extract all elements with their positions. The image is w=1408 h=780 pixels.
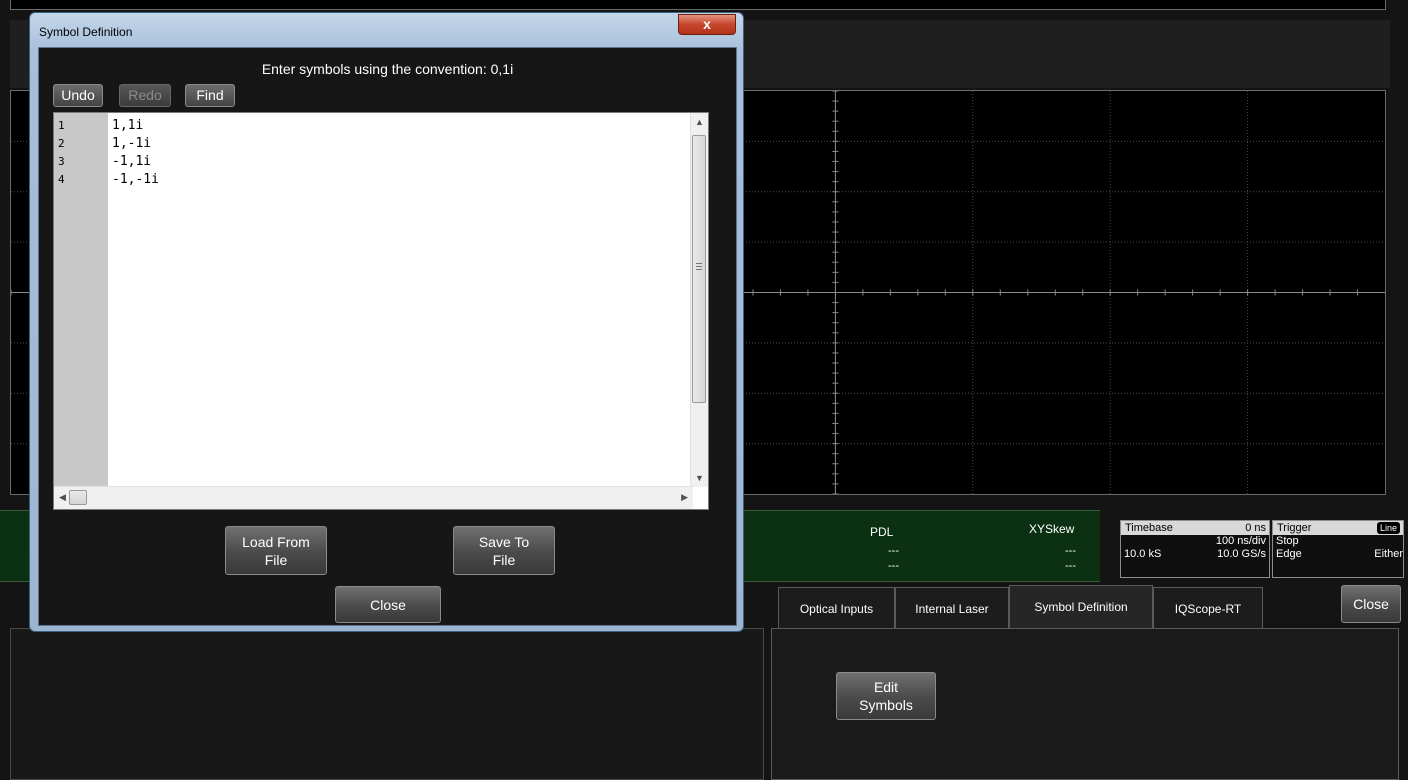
trigger-mode: Stop [1276, 535, 1299, 547]
edit-symbols-button[interactable]: Edit Symbols [836, 672, 936, 720]
bottom-left-panel [10, 628, 764, 780]
timebase-box[interactable]: Timebase 0 ns 100 ns/div 10.0 kS 10.0 GS… [1120, 520, 1270, 578]
line-number: 1 [58, 119, 65, 132]
code-line[interactable]: 1,1i [112, 118, 143, 133]
scroll-up-arrow-icon[interactable]: ▲ [695, 117, 704, 127]
trigger-type-row: Edge Either [1273, 548, 1403, 561]
pdl-value-1: --- [888, 545, 899, 557]
line-number-gutter: 1 2 3 4 [54, 113, 108, 487]
pdl-label: PDL [870, 525, 894, 539]
pdl-value-2: --- [888, 560, 899, 572]
timebase-header: Timebase 0 ns [1121, 521, 1269, 535]
xyskew-value-1: --- [1065, 545, 1076, 557]
code-line[interactable]: -1,-1i [112, 172, 159, 187]
line-number: 4 [58, 173, 65, 186]
trigger-title: Trigger [1277, 522, 1312, 534]
scroll-right-arrow-icon[interactable]: ▶ [681, 492, 688, 503]
timebase-rate: 10.0 GS/s [1217, 548, 1266, 560]
panel-close-button[interactable]: Close [1341, 585, 1401, 623]
xyskew-label: XYSkew [1029, 522, 1075, 536]
tab-optical-inputs[interactable]: Optical Inputs [778, 587, 895, 629]
top-trace-grid [10, 0, 1386, 10]
instruction-text: Enter symbols using the convention: 0,1i [261, 61, 514, 77]
timebase-title: Timebase [1125, 522, 1173, 534]
trigger-header: Trigger Line [1273, 521, 1403, 535]
redo-button[interactable]: Redo [119, 84, 171, 107]
dialog-close-button[interactable]: Close [335, 586, 441, 623]
timebase-samples: 10.0 kS [1124, 548, 1162, 560]
dialog-client-area: Enter symbols using the convention: 0,1i… [38, 47, 737, 626]
code-line[interactable]: 1,-1i [112, 136, 151, 151]
undo-button[interactable]: Undo [53, 84, 103, 107]
symbol-definition-dialog: Symbol Definition x Enter symbols using … [29, 12, 744, 632]
tab-symbol-definition[interactable]: Symbol Definition [1009, 585, 1153, 629]
scroll-down-arrow-icon[interactable]: ▼ [695, 473, 704, 483]
tab-internal-laser[interactable]: Internal Laser [895, 587, 1009, 629]
load-from-file-button[interactable]: Load From File [225, 526, 327, 575]
symbol-editor[interactable]: 1 2 3 4 1,1i 1,-1i -1,1i -1,-1i ▲ ▼ ◀ ▶ [53, 112, 709, 510]
trigger-slope: Either [1374, 548, 1403, 560]
dialog-title: Symbol Definition [39, 25, 133, 39]
tab-iqscope-rt[interactable]: IQScope-RT [1153, 587, 1263, 629]
save-to-file-button[interactable]: Save To File [453, 526, 555, 575]
dialog-titlebar[interactable]: Symbol Definition x [30, 13, 743, 47]
scroll-left-arrow-icon[interactable]: ◀ [59, 492, 66, 503]
line-number: 3 [58, 155, 65, 168]
vertical-scrollbar[interactable]: ▲ ▼ [690, 113, 708, 487]
find-button[interactable]: Find [185, 84, 235, 107]
trigger-box[interactable]: Trigger Line Stop Edge Either [1272, 520, 1404, 578]
timebase-per-div: 100 ns/div [1215, 535, 1266, 547]
line-number: 2 [58, 137, 65, 150]
trigger-type: Edge [1276, 548, 1302, 560]
code-line[interactable]: -1,1i [112, 154, 151, 169]
horizontal-scroll-thumb[interactable] [69, 490, 87, 505]
timebase-samples-row: 10.0 kS 10.0 GS/s [1121, 548, 1269, 561]
timebase-offset: 0 ns [1245, 522, 1266, 534]
dialog-close-icon[interactable]: x [678, 14, 736, 35]
trigger-line-badge: Line [1376, 522, 1400, 534]
xyskew-value-2: --- [1065, 560, 1076, 572]
horizontal-scrollbar[interactable]: ◀ ▶ [54, 486, 693, 509]
vertical-scroll-thumb[interactable] [692, 135, 706, 403]
